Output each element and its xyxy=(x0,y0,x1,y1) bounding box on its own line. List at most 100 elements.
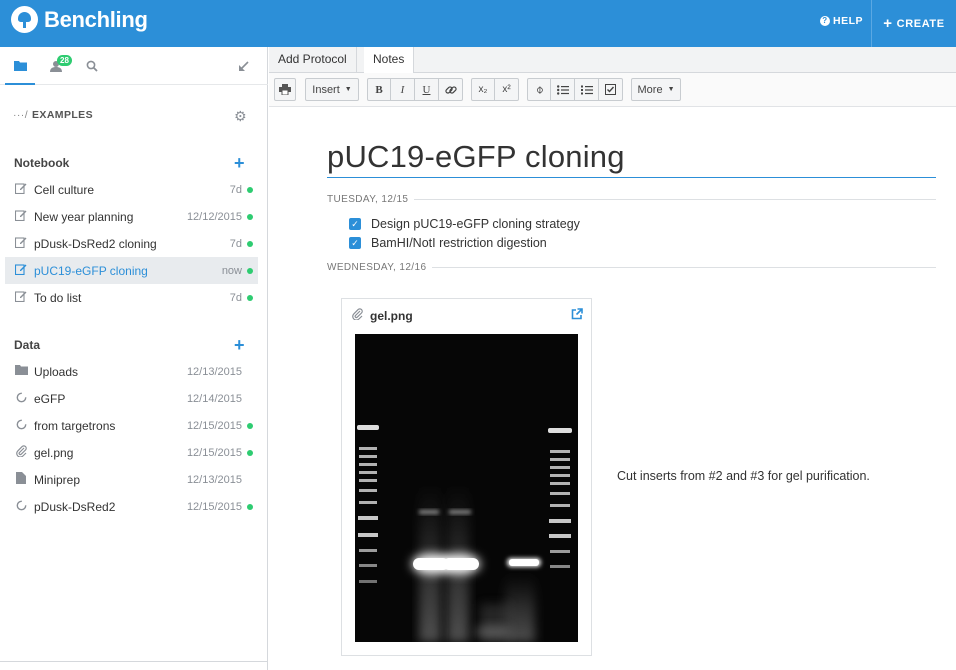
attach-button[interactable]: ⌀ xyxy=(527,78,551,101)
notebook-heading: Notebook xyxy=(14,156,70,170)
sidebar-item[interactable]: from targetrons 12/15/2015 xyxy=(5,412,258,439)
tab-users[interactable] xyxy=(41,47,71,85)
sidebar-item[interactable]: Uploads 12/13/2015 xyxy=(5,358,258,385)
sidebar-item-label: eGFP xyxy=(34,391,66,406)
attachment-card[interactable]: gel.png xyxy=(341,298,592,656)
format-group: B I U xyxy=(367,78,463,101)
sidebar-item-label: gel.png xyxy=(34,445,74,460)
paperclip-icon: ⌀ xyxy=(532,83,546,97)
underline-button[interactable]: U xyxy=(415,78,439,101)
sidebar-item-date: 12/14/2015 xyxy=(186,392,242,405)
project-name: EXAMPLES xyxy=(32,109,93,121)
help-label: HELP xyxy=(833,15,864,27)
main-panel: Add Protocol Notes Insert ▼ B I U x₂ x² ⌀ xyxy=(269,47,956,670)
script-group: x₂ x² xyxy=(471,78,519,101)
bold-button[interactable]: B xyxy=(367,78,391,101)
sidebar-item-label: To do list xyxy=(34,290,82,305)
bullet-list-icon xyxy=(556,84,569,95)
date-heading: TUESDAY, 12/15 xyxy=(327,194,936,205)
sidebar-item[interactable]: pDusk-DsRed2 cloning 7d xyxy=(5,230,258,257)
external-link-icon[interactable] xyxy=(571,308,583,323)
caret-down-icon: ▼ xyxy=(344,86,352,93)
edit-icon xyxy=(14,209,28,224)
sidebar-item[interactable]: To do list 7d xyxy=(5,284,258,311)
insert-label: Insert xyxy=(312,83,340,96)
italic-button[interactable]: I xyxy=(391,78,415,101)
sidebar-item-label: pDusk-DsRed2 xyxy=(34,499,116,514)
help-link[interactable]: ? HELP xyxy=(820,15,863,27)
status-dot xyxy=(247,267,253,274)
sequence-icon xyxy=(14,392,28,406)
attachment-filename: gel.png xyxy=(370,308,413,323)
gear-icon[interactable]: ⚙ xyxy=(234,108,247,125)
sidebar-item[interactable]: Cell culture 7d xyxy=(5,176,258,203)
sequence-icon xyxy=(14,419,28,433)
link-icon xyxy=(444,85,457,94)
printer-icon xyxy=(279,84,291,95)
entry-note-text[interactable]: Cut inserts from #2 and #3 for gel purif… xyxy=(617,469,870,483)
more-dropdown[interactable]: More ▼ xyxy=(631,78,681,101)
sidebar-item-date: 12/15/2015 xyxy=(186,500,242,513)
sidebar-item-date: 12/15/2015 xyxy=(186,419,242,432)
date-heading: WEDNESDAY, 12/16 xyxy=(327,262,936,273)
task-label: Design pUC19-eGFP cloning strategy xyxy=(371,217,580,231)
sidebar-tabs: 28 xyxy=(0,47,268,85)
sidebar-item-label: Miniprep xyxy=(34,472,81,487)
folder-icon xyxy=(14,365,28,378)
subscript-button[interactable]: x₂ xyxy=(471,78,495,101)
checklist-button[interactable] xyxy=(599,78,623,101)
task-label: BamHI/NotI restriction digestion xyxy=(371,236,547,250)
project-breadcrumb[interactable]: ···/ EXAMPLES xyxy=(13,109,93,121)
numbered-list-icon xyxy=(580,85,593,94)
sidebar-item-date: 12/13/2015 xyxy=(186,473,242,486)
folder-icon xyxy=(13,60,27,71)
link-button[interactable] xyxy=(439,78,463,101)
sidebar-item[interactable]: eGFP 12/14/2015 xyxy=(5,385,258,412)
task-checkbox[interactable]: ✓ xyxy=(349,218,361,230)
superscript-button[interactable]: x² xyxy=(495,78,519,101)
sidebar-item-label: from targetrons xyxy=(34,418,116,433)
add-notebook-entry-button[interactable]: + xyxy=(234,154,245,172)
sidebar-item-label: pDusk-DsRed2 cloning xyxy=(34,236,157,251)
sidebar-item-label: Uploads xyxy=(34,364,79,379)
status-dot xyxy=(247,240,253,247)
task-checkbox[interactable]: ✓ xyxy=(349,237,361,249)
task-item: ✓ BamHI/NotI restriction digestion xyxy=(349,236,547,250)
benchling-logo-icon xyxy=(11,6,38,33)
status-dot xyxy=(247,422,253,429)
status-dot xyxy=(247,449,253,456)
sidebar-item-date: 7d xyxy=(229,291,242,304)
edit-icon xyxy=(14,290,28,305)
tab-files[interactable] xyxy=(5,47,35,85)
sidebar-item[interactable]: pUC19-eGFP cloning now xyxy=(5,257,258,284)
bullet-list-button[interactable] xyxy=(551,78,575,101)
collapse-arrow-icon xyxy=(238,60,249,71)
sidebar-item[interactable]: Miniprep 12/13/2015 xyxy=(5,466,258,493)
tab-search[interactable] xyxy=(77,47,107,85)
document-tabs: Add Protocol Notes xyxy=(269,47,956,74)
numbered-list-button[interactable] xyxy=(575,78,599,101)
edit-icon xyxy=(14,182,28,197)
brand-logo-link[interactable]: Benchling xyxy=(11,6,148,33)
sidebar-item[interactable]: New year planning 12/12/2015 xyxy=(5,203,258,230)
create-button[interactable]: + CREATE xyxy=(871,0,956,47)
status-dot xyxy=(247,294,253,301)
checkbox-icon xyxy=(605,84,616,95)
date-heading-label: WEDNESDAY, 12/16 xyxy=(327,262,427,273)
date-heading-label: TUESDAY, 12/15 xyxy=(327,194,409,205)
print-button[interactable] xyxy=(274,78,296,101)
add-data-button[interactable]: + xyxy=(234,336,245,354)
sidebar-item-date: 12/12/2015 xyxy=(186,210,242,223)
sidebar-item-date: now xyxy=(221,264,242,277)
tab-add-protocol[interactable]: Add Protocol xyxy=(269,47,357,73)
data-heading: Data xyxy=(14,338,41,352)
entry-title[interactable]: pUC19-eGFP cloning xyxy=(327,139,936,178)
insert-dropdown[interactable]: Insert ▼ xyxy=(305,78,359,101)
editor-toolbar: Insert ▼ B I U x₂ x² ⌀ More ▼ xyxy=(269,73,956,107)
attachment-header: gel.png xyxy=(352,308,583,323)
sidebar-item[interactable]: pDusk-DsRed2 12/15/2015 xyxy=(5,493,258,520)
collapse-sidebar-button[interactable] xyxy=(228,47,258,85)
sidebar-item[interactable]: gel.png 12/15/2015 xyxy=(5,439,258,466)
search-icon xyxy=(86,60,98,72)
tab-notes[interactable]: Notes xyxy=(364,47,415,74)
